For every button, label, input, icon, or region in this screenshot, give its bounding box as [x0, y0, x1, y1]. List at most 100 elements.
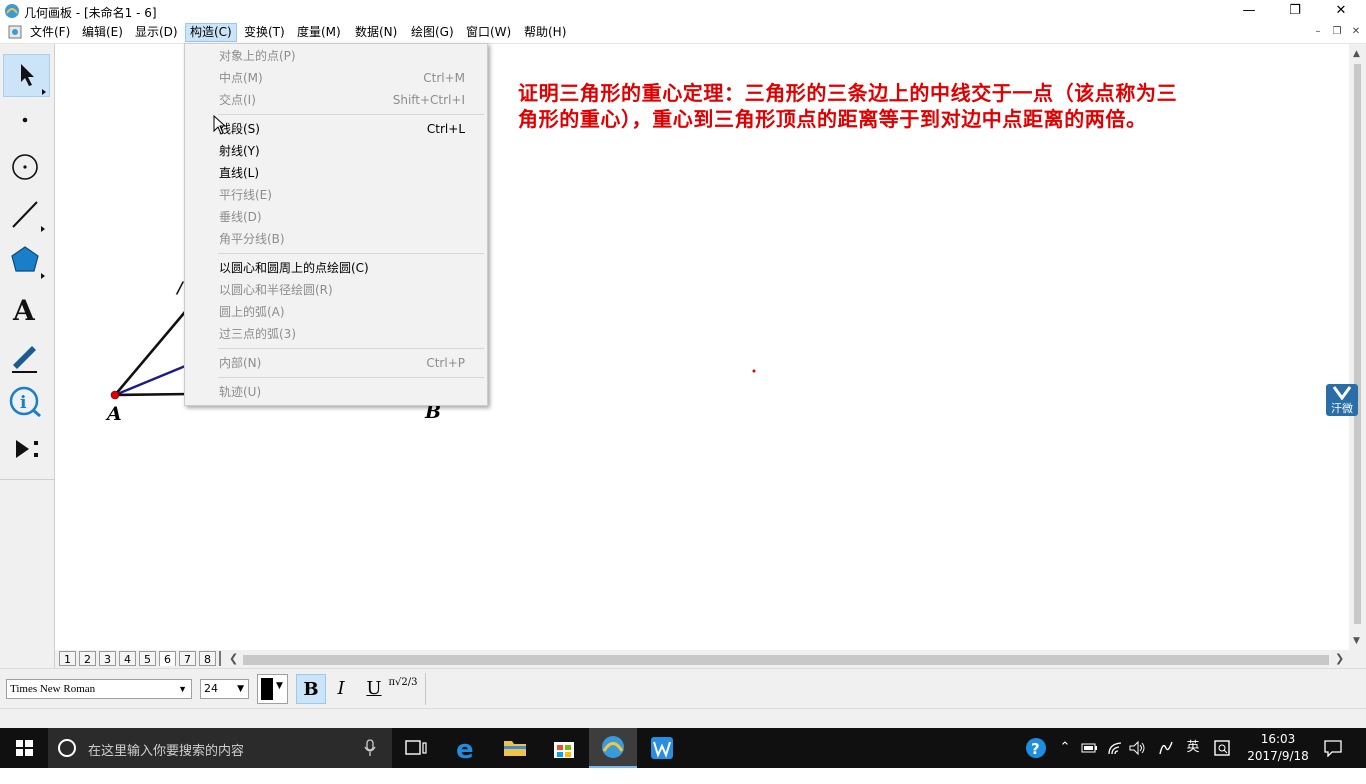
file-explorer-button[interactable]	[491, 728, 539, 768]
menu-edit[interactable]: 编辑(E)	[78, 24, 127, 41]
task-view-button[interactable]	[392, 728, 440, 768]
edge-browser-button[interactable]: e	[443, 728, 491, 768]
page-tab[interactable]: 3	[99, 651, 116, 666]
text-color-button[interactable]: ▼	[257, 674, 288, 704]
menu-item-line[interactable]: 直线(L)	[186, 162, 486, 184]
scroll-right-icon[interactable]: ❯	[1335, 652, 1344, 665]
page-tab[interactable]: 8	[199, 651, 216, 666]
menu-construct[interactable]: 构造(C)	[185, 23, 237, 42]
chevron-up-icon[interactable]: ⌃	[1057, 728, 1073, 768]
menu-display[interactable]: 显示(D)	[131, 24, 182, 41]
scroll-up-icon[interactable]: ▲	[1353, 49, 1360, 59]
clock[interactable]: 16:03 2017/9/18	[1240, 731, 1316, 765]
store-button[interactable]	[540, 728, 588, 768]
mdi-restore-button[interactable]: ❐	[1330, 25, 1344, 39]
menu-item-ray[interactable]: 射线(Y)	[186, 140, 486, 162]
selection-arrow-tool[interactable]	[3, 54, 50, 97]
text-tool[interactable]: A	[3, 287, 50, 330]
vertical-scrollbar[interactable]: ▲ ▼	[1349, 44, 1366, 650]
pen-input-icon[interactable]	[1157, 739, 1175, 757]
menu-item-angle-bisector[interactable]: 角平分线(B)	[186, 228, 486, 250]
menu-item-parallel-line[interactable]: 平行线(E)	[186, 184, 486, 206]
menu-item-interior[interactable]: 内部(N) Ctrl+P	[186, 352, 486, 374]
menu-item-circle-center-point[interactable]: 以圆心和圆周上的点绘圆(C)	[186, 257, 486, 279]
menu-measure[interactable]: 度量(M)	[293, 24, 345, 41]
median-from-a[interactable]	[114, 360, 196, 397]
vertical-scroll-thumb[interactable]	[1354, 64, 1361, 624]
toolbox-divider	[0, 479, 54, 480]
windows-taskbar: 在这里输入你要搜索的内容 e ? ⌃ 英 16:03 2017/9/18	[0, 728, 1366, 768]
clock-date: 2017/9/18	[1247, 749, 1309, 763]
segment-a-b[interactable]	[114, 392, 191, 397]
title-bar: 几何画板 - [未命名1 - 6] — ❐ ✕	[0, 0, 1366, 22]
wifi-icon[interactable]	[1106, 740, 1124, 756]
ime-indicator[interactable]: 英	[1183, 728, 1203, 768]
wps-button[interactable]	[638, 728, 686, 768]
menu-item-midpoint[interactable]: 中点(M) Ctrl+M	[186, 67, 486, 89]
page-tab[interactable]: 1	[59, 651, 76, 666]
side-logo[interactable]: 汗微	[1326, 384, 1358, 416]
point-label-a[interactable]: A	[107, 403, 122, 425]
notification-icon[interactable]	[1323, 739, 1343, 757]
microphone-icon[interactable]	[363, 739, 377, 757]
custom-tool[interactable]	[3, 428, 50, 471]
menu-window[interactable]: 窗口(W)	[462, 24, 515, 41]
menu-item-perpendicular-line[interactable]: 垂线(D)	[186, 206, 486, 228]
information-tool[interactable]: i	[3, 381, 50, 424]
menu-item-segment[interactable]: 线段(S) Ctrl+L	[186, 118, 486, 140]
menu-file[interactable]: 文件(F)	[26, 24, 74, 41]
mdi-close-button[interactable]: ✕	[1349, 25, 1363, 39]
restore-button[interactable]: ❐	[1272, 0, 1318, 22]
taskbar-search-box[interactable]: 在这里输入你要搜索的内容	[48, 728, 392, 768]
page-tab[interactable]: 7	[179, 651, 196, 666]
store-bag-icon	[554, 742, 574, 758]
menu-item-point-on-object[interactable]: 对象上的点(P)	[186, 45, 486, 67]
font-size-select[interactable]: 24 ▼	[200, 679, 249, 699]
close-button[interactable]: ✕	[1318, 0, 1364, 22]
straightedge-tool[interactable]	[3, 192, 50, 235]
menu-transform[interactable]: 变换(T)	[240, 24, 289, 41]
theorem-text-box[interactable]: 证明三角形的重心定理：三角形的三条边上的中线交于一点（该点称为三角形的重心），重…	[518, 80, 1178, 132]
geometer-sketchpad-task-button[interactable]	[589, 728, 637, 768]
clock-time: 16:03	[1260, 732, 1296, 746]
stray-point[interactable]	[752, 369, 756, 373]
help-icon[interactable]: ?	[1025, 737, 1047, 759]
cortana-circle-icon	[58, 739, 76, 757]
menu-item-arc-through-3-points[interactable]: 过三点的弧(3)	[186, 323, 486, 345]
scroll-down-icon[interactable]: ▼	[1353, 636, 1360, 646]
page-tab[interactable]: 5	[139, 651, 156, 666]
bold-button[interactable]: B	[296, 674, 326, 704]
menu-graph[interactable]: 绘图(G)	[407, 24, 458, 41]
marker-tool[interactable]	[3, 334, 50, 377]
point-tool[interactable]	[3, 99, 50, 142]
menu-item-intersection[interactable]: 交点(I) Shift+Ctrl+I	[186, 89, 486, 111]
menu-item-arc-on-circle[interactable]: 圆上的弧(A)	[186, 301, 486, 323]
font-family-select[interactable]: Times New Roman ▼	[6, 679, 192, 699]
minimize-button[interactable]: —	[1226, 0, 1272, 22]
compass-tool[interactable]	[3, 146, 50, 189]
side-logo-text: 汗微	[1331, 402, 1353, 415]
menu-item-locus[interactable]: 轨迹(U)	[186, 381, 486, 403]
menu-data[interactable]: 数据(N)	[351, 24, 401, 41]
segment-a-c[interactable]	[114, 305, 191, 396]
edge-icon: e	[456, 735, 474, 765]
menu-item-circle-center-radius[interactable]: 以圆心和半径绘圆(R)	[186, 279, 486, 301]
mdi-minimize-button[interactable]: –	[1311, 25, 1325, 39]
page-tab[interactable]: 2	[79, 651, 96, 666]
toolbox: A i	[0, 44, 55, 668]
volume-icon[interactable]	[1128, 740, 1146, 756]
page-tab[interactable]: 4	[119, 651, 136, 666]
italic-button[interactable]: I	[326, 674, 356, 704]
input-method-icon[interactable]	[1213, 739, 1231, 757]
menu-help[interactable]: 帮助(H)	[520, 24, 570, 41]
horizontal-scroll-thumb[interactable]	[243, 655, 1329, 665]
battery-icon[interactable]	[1081, 741, 1099, 755]
polygon-tool[interactable]	[3, 239, 50, 282]
point-a[interactable]	[110, 390, 120, 400]
page-tab-active[interactable]: 6	[159, 651, 176, 666]
scroll-left-icon[interactable]: ❮	[229, 652, 238, 665]
menu-bar: 文件(F) 编辑(E) 显示(D) 构造(C) 变换(T) 度量(M) 数据(N…	[0, 22, 1366, 44]
underline-button[interactable]: U	[359, 674, 389, 704]
math-symbol-button[interactable]: π√2/3	[388, 674, 418, 704]
start-button[interactable]	[0, 728, 48, 768]
